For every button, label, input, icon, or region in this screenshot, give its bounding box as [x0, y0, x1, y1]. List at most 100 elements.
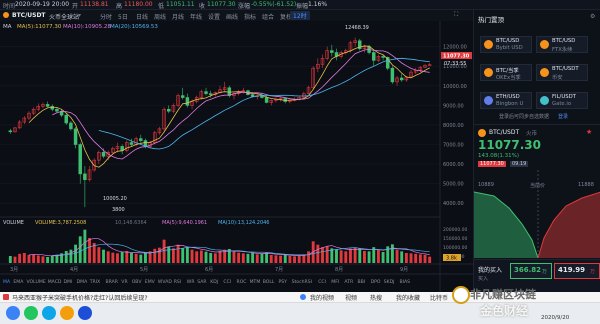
- app-icon-edge[interactable]: [78, 306, 92, 320]
- volume-bar: [116, 253, 119, 263]
- candle: [167, 108, 171, 112]
- indicator-tab[interactable]: MA: [3, 279, 11, 285]
- favorite-card-6[interactable]: FIL/USDT Gate.io: [536, 92, 588, 109]
- indicator-tab[interactable]: MFI: [331, 279, 339, 285]
- volume-bar: [241, 253, 245, 263]
- toolbar-item-2[interactable]: 日线: [136, 12, 148, 21]
- indicator-tab[interactable]: SAR: [197, 279, 207, 285]
- login-link[interactable]: 登录: [558, 113, 568, 120]
- favorite-card-3[interactable]: BTC/当季 OKEx当季: [480, 64, 532, 81]
- indicator-tab[interactable]: DPO: [371, 279, 381, 285]
- volume-bar: [8, 256, 12, 263]
- interval-selector[interactable]: 12时: [290, 11, 310, 20]
- pair-title[interactable]: BTC/USDT: [12, 12, 46, 19]
- volume-bar: [97, 247, 101, 263]
- indicator-tab[interactable]: WR: [187, 279, 196, 285]
- indicator-tab[interactable]: BBI: [358, 279, 366, 285]
- favorite-card-1[interactable]: BTC/USD Bybit USD: [480, 36, 532, 53]
- buy-button[interactable]: 366.82 万: [510, 263, 552, 279]
- indicator-tab[interactable]: BIAS: [400, 279, 411, 285]
- nav-item-3[interactable]: 热搜: [370, 293, 382, 302]
- indicator-tab[interactable]: WVAD: [158, 279, 173, 285]
- candle: [399, 77, 404, 81]
- toolbar-item-4[interactable]: 月线: [172, 12, 184, 21]
- toolbar-item-7[interactable]: 画线: [226, 12, 238, 21]
- app-icon-qq[interactable]: [42, 306, 56, 320]
- toolbar-item-0[interactable]: 分时: [100, 12, 112, 21]
- volume-bar: [27, 255, 31, 263]
- chart-area[interactable]: 12000.00 11000.00 10000.00 9000.00 8000.00 70…: [0, 21, 473, 292]
- app-icon-wechat[interactable]: [24, 306, 38, 320]
- toolbar-item-9[interactable]: 组合: [262, 12, 274, 21]
- indicator-tab[interactable]: ROC: [237, 279, 247, 285]
- fullscreen-icon[interactable]: ⛶: [454, 11, 458, 19]
- indicator-tab[interactable]: CCI: [223, 279, 231, 285]
- indicator-tab[interactable]: PSY: [279, 279, 288, 285]
- favorite-card-5[interactable]: ETH/USD Bingbon U: [480, 92, 532, 109]
- app-icon-files[interactable]: [60, 306, 74, 320]
- indicator-tab[interactable]: EMV: [145, 279, 156, 285]
- indicator-tab[interactable]: StochRSI: [292, 279, 312, 285]
- toolbar-item-8[interactable]: 指标: [244, 12, 256, 21]
- indicator-tab[interactable]: VOLUME: [27, 279, 46, 285]
- sell-button[interactable]: 419.99 万: [554, 263, 600, 279]
- indicator-tab[interactable]: DMA: [77, 279, 89, 285]
- app-icon-browser[interactable]: [6, 306, 20, 320]
- depth-right-label: 11888: [578, 182, 594, 188]
- volume-bar: [269, 255, 273, 263]
- indicator-tab[interactable]: VR: [121, 279, 128, 285]
- low-label: 低: [158, 3, 165, 10]
- volume-bar: [199, 250, 203, 263]
- volume-bar: [167, 246, 171, 263]
- toolbar-item-6[interactable]: 设置: [208, 12, 220, 21]
- indicator-tab[interactable]: BOLL: [263, 279, 275, 285]
- dropdown-chevron-icon[interactable]: ▾: [78, 12, 81, 19]
- time-label: 时间: [3, 3, 16, 10]
- indicator-tab[interactable]: MACD: [48, 279, 62, 285]
- indicator-tab[interactable]: ATR: [344, 279, 354, 285]
- volume-bar: [390, 244, 394, 263]
- volume-bar: [381, 252, 385, 263]
- volume-bar: [353, 248, 357, 263]
- toolbar-item-1[interactable]: 5日: [118, 12, 128, 21]
- indicator-tab[interactable]: MTM: [250, 279, 261, 285]
- site-link[interactable]: 比特币: [430, 293, 448, 302]
- indicator-tab[interactable]: DMI: [64, 279, 73, 285]
- volume-bar: [83, 229, 87, 263]
- volume-bar: [344, 251, 348, 263]
- news-icon[interactable]: [3, 294, 9, 300]
- indicator-tab[interactable]: OBV: [132, 279, 143, 285]
- nav-item-4[interactable]: 我的收藏: [396, 293, 420, 302]
- volume-bar: [265, 252, 269, 263]
- price-tick-label: 12000.00: [443, 45, 467, 51]
- nav-item-2[interactable]: 视频: [345, 293, 357, 302]
- settings-gear-icon[interactable]: ⚙: [590, 13, 595, 20]
- exchange-name[interactable]: 火币全球站: [49, 12, 79, 21]
- indicator-tab[interactable]: EMA: [13, 279, 24, 285]
- indicator-tab[interactable]: SKDJ: [384, 279, 395, 285]
- video-icon[interactable]: [300, 294, 306, 300]
- candlestick-chart[interactable]: 12000.0011000.0010000.009000.008000.0070…: [0, 21, 473, 292]
- indicator-tab[interactable]: TRIX: [89, 279, 101, 285]
- indicator-tab[interactable]: KDJ: [210, 279, 218, 285]
- open-label: 开: [72, 3, 79, 10]
- favorite-star-icon[interactable]: ★: [586, 128, 592, 136]
- volume-tick-label: 100000.00: [443, 245, 467, 251]
- volume-bar: [102, 249, 105, 263]
- high-label: 高: [116, 3, 123, 10]
- volume-bar: [255, 254, 259, 263]
- indicator-tab[interactable]: BRAR: [106, 279, 119, 285]
- toolbar-item-3[interactable]: 周线: [154, 12, 166, 21]
- headline-link[interactable]: 马来西亚猴子米突破手机价格?走红?认回后续呈现?: [12, 293, 148, 302]
- nav-item-1[interactable]: 我的视频: [310, 293, 334, 302]
- my-buy-label[interactable]: 我的买入: [478, 265, 502, 274]
- favorite-card-4[interactable]: BTC/USDT 币安: [536, 64, 588, 81]
- toolbar-item-5[interactable]: 年线: [190, 12, 202, 21]
- indicator-tab[interactable]: CCI: [318, 279, 326, 285]
- depth-left-label: 10889: [478, 182, 494, 188]
- volume-bar: [153, 248, 157, 263]
- volume-mid-value: 10,148.6364: [115, 220, 147, 226]
- candle: [69, 122, 73, 130]
- favorite-card-2[interactable]: BTC/USD FTX永续: [536, 36, 588, 53]
- indicator-tab[interactable]: RSI: [174, 279, 181, 285]
